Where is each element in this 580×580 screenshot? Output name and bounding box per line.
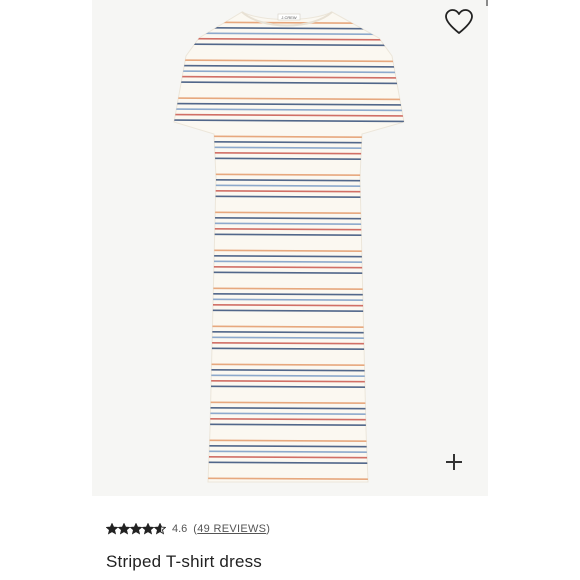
reviews-count: (49 REVIEWS) <box>193 523 270 535</box>
product-card: J.CREW 4.6 (49 REVIEWS) Striped T-shirt … <box>92 0 488 580</box>
star-icon <box>130 523 142 535</box>
rating-row: 4.6 (49 REVIEWS) <box>106 520 270 538</box>
dress-stripe <box>174 439 404 443</box>
dress-stripe <box>174 287 404 291</box>
reviews-close-paren: ) <box>266 523 271 535</box>
dress-stripe <box>174 151 404 155</box>
reviews-link[interactable]: 49 REVIEWS <box>197 523 266 535</box>
dress-stripe <box>174 184 404 188</box>
dress-stripe <box>174 157 404 161</box>
dress-stripe <box>174 146 404 150</box>
rating-stars <box>106 523 166 535</box>
heart-outline-icon <box>445 9 473 34</box>
dress-stripe <box>174 178 404 182</box>
dress-stripe <box>174 189 404 193</box>
star-icon <box>154 523 166 535</box>
star-icon <box>106 523 118 535</box>
product-image[interactable]: J.CREW <box>92 0 488 496</box>
dress-stripe <box>174 222 404 226</box>
dress-stripe <box>174 401 404 405</box>
dress-stripe <box>162 484 422 486</box>
dress-stripe <box>174 330 404 334</box>
dress-stripe <box>174 379 404 383</box>
plus-icon <box>446 454 462 470</box>
favorite-button[interactable] <box>444 8 478 40</box>
star-icon <box>142 523 154 535</box>
dress-stripe <box>174 227 404 231</box>
dress-illustration: J.CREW <box>162 11 422 486</box>
dress-stripe <box>174 211 404 215</box>
dress-stripe <box>174 195 404 199</box>
dress-stripe <box>174 254 404 258</box>
dress-stripe <box>174 292 404 296</box>
dress-stripe <box>174 347 404 351</box>
dress-stripe <box>174 363 404 367</box>
dress-stripe <box>174 173 404 177</box>
dress-stripe <box>174 249 404 253</box>
dress-stripe <box>174 368 404 372</box>
dress-stripe <box>174 406 404 410</box>
dress-stripe <box>174 140 404 144</box>
dress-stripe <box>174 455 404 459</box>
brand-label-text: J.CREW <box>281 15 297 20</box>
dress-stripe <box>174 374 404 378</box>
dress-stripe <box>174 271 404 275</box>
dress-stripe <box>174 325 404 329</box>
dress-stripe <box>174 260 404 264</box>
add-button[interactable] <box>444 452 474 482</box>
dress-stripe <box>174 336 404 340</box>
dress-stripe <box>174 298 404 302</box>
dress-stripe <box>174 341 404 345</box>
dress-stripe <box>174 32 404 36</box>
dress-stripe <box>174 303 404 307</box>
dress-stripe <box>174 444 404 448</box>
rating-value: 4.6 <box>172 523 188 535</box>
dress-stripe <box>174 21 404 25</box>
product-title[interactable]: Striped T-shirt dress <box>106 552 262 572</box>
divider-tick <box>486 0 488 6</box>
dress-stripe <box>174 265 404 269</box>
dress-stripe <box>174 233 404 237</box>
dress-stripe <box>174 423 404 427</box>
dress-stripe <box>174 309 404 313</box>
dress-stripe <box>174 412 404 416</box>
dress-stripe <box>174 216 404 220</box>
dress-stripe <box>174 385 404 389</box>
dress-stripe <box>174 135 404 139</box>
dress-stripe <box>174 26 404 30</box>
star-icon <box>118 523 130 535</box>
dress-stripe <box>174 450 404 454</box>
dress-stripe <box>174 417 404 421</box>
dress-stripe <box>174 461 404 465</box>
dress-stripe <box>174 477 404 481</box>
